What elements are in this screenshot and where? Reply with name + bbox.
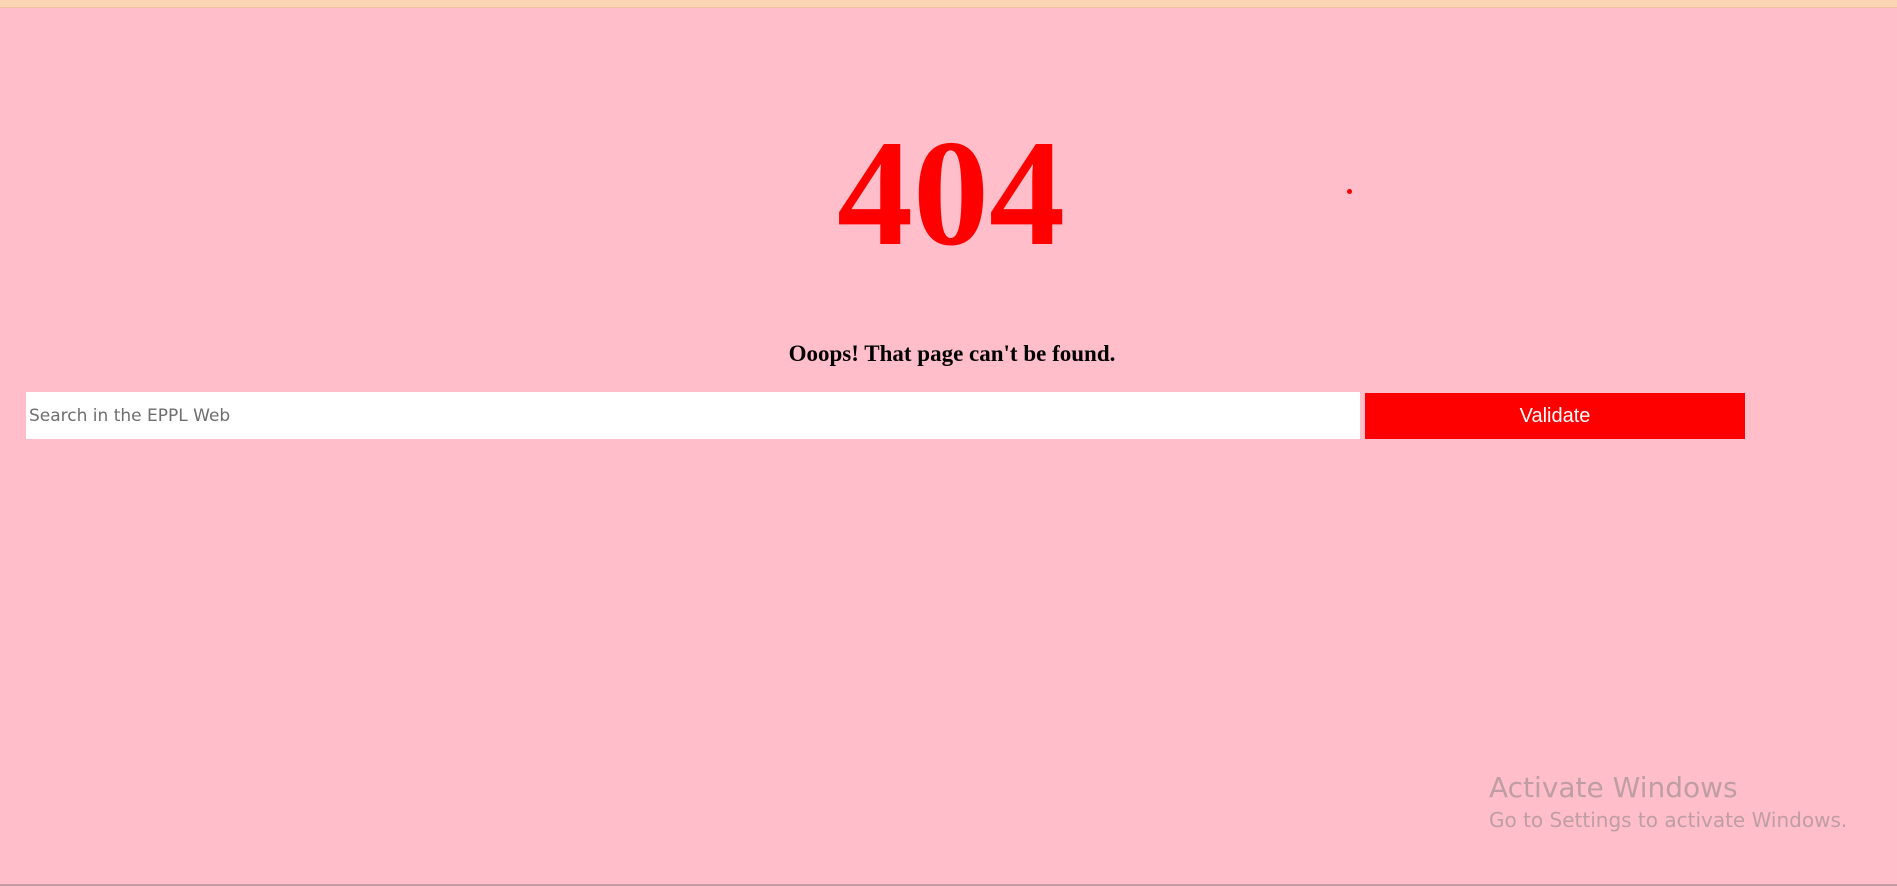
search-input[interactable]	[26, 392, 1360, 439]
watermark-subtitle: Go to Settings to activate Windows.	[1489, 808, 1848, 832]
error-message: Ooops! That page can't be found.	[788, 341, 1116, 366]
watermark-title: Activate Windows	[1489, 771, 1738, 804]
top-border	[0, 0, 1897, 8]
activate-windows-watermark: Activate Windows Go to Settings to activ…	[1489, 770, 1847, 834]
validate-button[interactable]: Validate	[1365, 393, 1745, 439]
red-dot	[1347, 189, 1352, 194]
error-code-heading: 404	[837, 109, 1065, 277]
